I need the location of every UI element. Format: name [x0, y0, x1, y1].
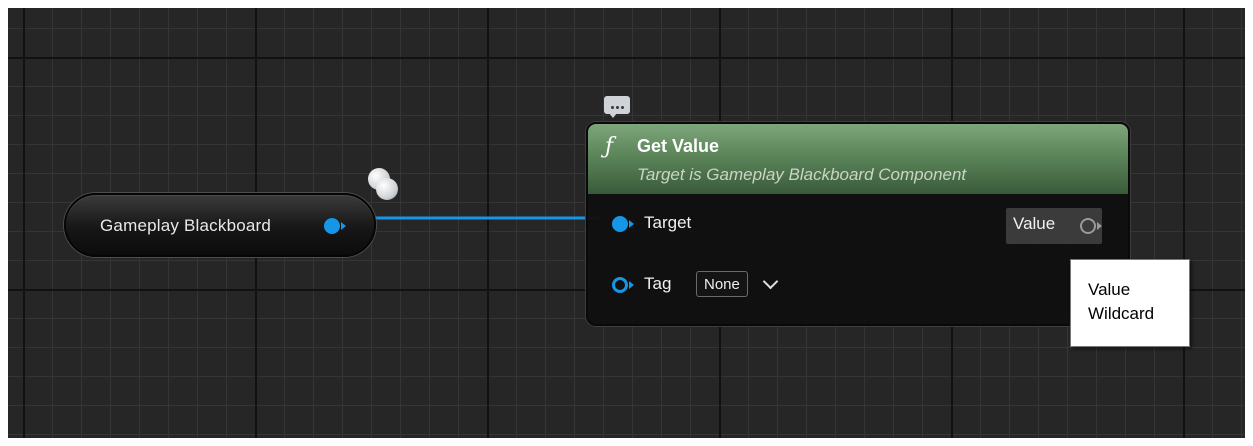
- chevron-down-icon[interactable]: [762, 273, 779, 290]
- target-pin-arrow-icon: [629, 220, 634, 228]
- pin-type-tooltip: Value Wildcard: [1070, 259, 1190, 347]
- tag-pin-arrow-icon: [629, 281, 634, 289]
- tooltip-pin-type: Wildcard: [1088, 304, 1155, 323]
- comment-bubble-icon[interactable]: [604, 96, 630, 118]
- blueprint-graph-canvas[interactable]: Gameplay Blackboard ƒ Get Value Target i…: [8, 8, 1245, 438]
- tag-input-pin[interactable]: [612, 277, 628, 293]
- gameplay-blackboard-variable-node[interactable]: Gameplay Blackboard: [64, 193, 376, 257]
- function-icon: ƒ: [605, 134, 614, 159]
- value-output-pin-row[interactable]: Value: [1006, 208, 1102, 244]
- value-pin-arrow-icon: [1097, 222, 1102, 230]
- function-node-title: Get Value: [637, 136, 720, 156]
- variable-output-pin[interactable]: [324, 218, 340, 234]
- variable-node-label: Gameplay Blackboard: [100, 216, 272, 235]
- tag-value-field[interactable]: None: [696, 271, 748, 297]
- target-pin-label: Target: [644, 213, 692, 232]
- function-node-header: ƒ Get Value Target is Gameplay Blackboar…: [588, 124, 1128, 194]
- tag-pin-label: Tag: [644, 274, 672, 293]
- target-input-pin[interactable]: [612, 216, 628, 232]
- replicated-balls-icon: [366, 168, 402, 204]
- get-value-function-node[interactable]: ƒ Get Value Target is Gameplay Blackboar…: [586, 122, 1130, 326]
- value-pin-label: Value: [1013, 214, 1056, 233]
- function-node-subtitle: Target is Gameplay Blackboard Component: [637, 165, 967, 184]
- tooltip-pin-name: Value: [1088, 280, 1131, 299]
- value-output-pin[interactable]: [1080, 218, 1096, 234]
- variable-pin-arrow-icon: [341, 222, 346, 230]
